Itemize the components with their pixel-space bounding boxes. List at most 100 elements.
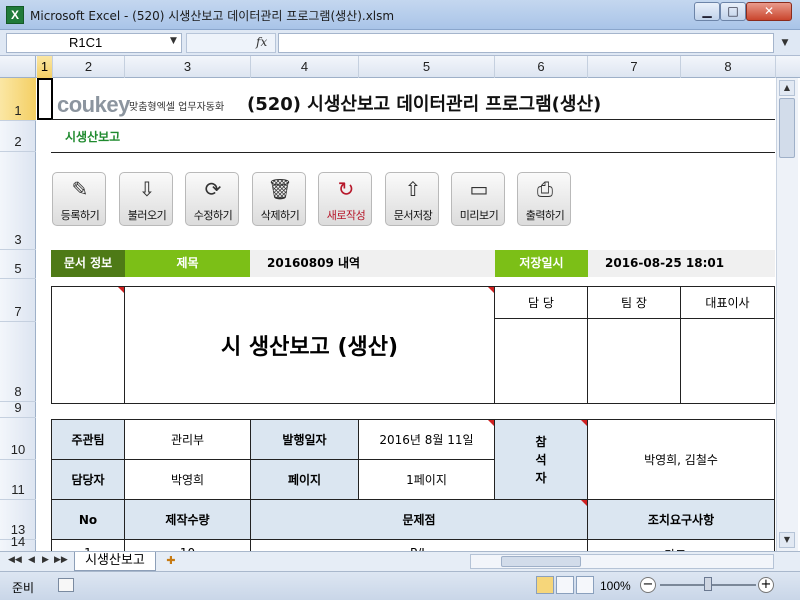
row-header[interactable]: 8 — [0, 322, 36, 402]
approval-sign-cell[interactable] — [587, 318, 681, 404]
load-button[interactable]: ⇩ 불러오기 — [119, 172, 173, 226]
status-bar: 준비 100% − + — [0, 571, 800, 600]
new-button[interactable]: ↻ 새로작성 — [318, 172, 372, 226]
formula-input[interactable] — [278, 33, 774, 53]
column-header[interactable]: 6 — [495, 56, 588, 78]
preview-button[interactable]: ▭ 미리보기 — [451, 172, 505, 226]
row-header[interactable]: 7 — [0, 279, 36, 322]
table-row[interactable]: 10 — [124, 539, 251, 551]
edit-button[interactable]: ⟳ 수정하기 — [185, 172, 239, 226]
expand-formula-bar-icon[interactable]: ▼ — [776, 33, 794, 53]
approval-sign-cell[interactable] — [494, 318, 588, 404]
report-heading-cell[interactable]: 시 생산보고 (생산) — [124, 286, 495, 404]
column-header[interactable]: 2 — [53, 56, 125, 78]
row-header[interactable]: 10 — [0, 418, 36, 460]
manager-label: 담당자 — [51, 459, 125, 500]
sheet-tab-bar: ◀◀ ◀ ▶ ▶▶ 시생산보고 ✚ — [0, 551, 800, 571]
chevron-down-icon[interactable]: ▼ — [170, 36, 177, 46]
zoom-out-icon[interactable]: − — [640, 577, 656, 593]
page-value[interactable]: 1페이지 — [358, 459, 495, 500]
approval-header: 대표이사 — [680, 286, 775, 319]
report-blank-cell[interactable] — [51, 286, 125, 404]
vertical-scrollbar[interactable]: ▲ ▼ — [776, 78, 798, 551]
column-header-no: No — [51, 499, 125, 540]
scroll-thumb[interactable] — [501, 556, 581, 567]
page-layout-view-icon[interactable] — [556, 576, 574, 594]
zoom-slider-thumb[interactable] — [704, 577, 712, 591]
close-button[interactable]: ✕ — [746, 2, 792, 21]
table-row[interactable]: 가드... — [587, 539, 775, 551]
section-title: 시생산보고 — [65, 130, 121, 144]
register-button[interactable]: ✎ 등록하기 — [52, 172, 106, 226]
printer-icon: ⎙ — [537, 177, 553, 201]
normal-view-icon[interactable] — [536, 576, 554, 594]
row-header[interactable]: 11 — [0, 460, 36, 500]
column-header-quantity: 제작수량 — [124, 499, 251, 540]
subject-value[interactable]: 20160809 내역 — [267, 250, 360, 277]
approval-sign-cell[interactable] — [680, 318, 775, 404]
row-header[interactable]: 5 — [0, 250, 36, 279]
title-bar: X Microsoft Excel - (520) 시생산보고 데이터관리 프로… — [0, 0, 800, 30]
button-label: 삭제하기 — [260, 209, 300, 222]
next-sheet-icon[interactable]: ▶ — [42, 555, 49, 565]
attendee-value[interactable]: 박영희, 김철수 — [587, 419, 775, 500]
first-sheet-icon[interactable]: ◀◀ — [8, 555, 22, 565]
approval-header: 담 당 — [494, 286, 588, 319]
worksheet-grid[interactable]: coukey 맞춤형엑셀 업무자동화 (520) 시생산보고 데이터관리 프로그… — [37, 78, 775, 551]
button-label: 수정하기 — [193, 209, 233, 222]
excel-app-icon[interactable]: X — [6, 6, 24, 24]
row-header[interactable]: 14 — [0, 534, 36, 551]
subject-label: 제목 — [125, 250, 250, 277]
column-header-action: 조치요구사항 — [587, 499, 775, 540]
sheet-tab[interactable]: 시생산보고 — [74, 552, 156, 571]
delete-button[interactable]: 🗑 삭제하기 — [252, 172, 306, 226]
scroll-down-icon[interactable]: ▼ — [779, 532, 795, 548]
prev-sheet-icon[interactable]: ◀ — [28, 555, 35, 565]
column-header[interactable]: 8 — [681, 56, 776, 78]
zoom-in-icon[interactable]: + — [758, 577, 774, 593]
macro-record-icon[interactable] — [58, 578, 74, 592]
horizontal-scrollbar[interactable] — [470, 554, 774, 569]
insert-function-icon[interactable]: fx — [256, 35, 267, 49]
divider — [51, 152, 775, 153]
name-box[interactable]: R1C1 — [6, 33, 182, 53]
row-header[interactable]: 1 — [0, 78, 36, 121]
column-header[interactable]: 5 — [359, 56, 495, 78]
table-row[interactable]: P/L — [250, 539, 588, 551]
manager-value[interactable]: 박영희 — [124, 459, 251, 500]
issue-date-label: 발행일자 — [250, 419, 359, 460]
row-header[interactable]: 9 — [0, 400, 36, 418]
zoom-level[interactable]: 100% — [600, 579, 631, 593]
column-header[interactable]: 4 — [251, 56, 359, 78]
scroll-thumb[interactable] — [779, 98, 795, 158]
save-document-button[interactable]: ⇧ 문서저장 — [385, 172, 439, 226]
reset-icon: ↻ — [337, 177, 355, 201]
button-label: 미리보기 — [459, 209, 499, 222]
row-header[interactable]: 2 — [0, 121, 36, 152]
active-cell[interactable] — [37, 78, 53, 120]
column-header[interactable]: 1 — [37, 56, 53, 78]
button-label: 불러오기 — [127, 209, 167, 222]
main-team-value[interactable]: 관리부 — [124, 419, 251, 460]
column-header-issue: 문제점 — [250, 499, 588, 540]
print-button[interactable]: ⎙ 출력하기 — [517, 172, 571, 226]
saved-at-value[interactable]: 2016-08-25 18:01 — [605, 250, 724, 277]
approval-header: 팀 장 — [587, 286, 681, 319]
maximize-button[interactable]: □ — [720, 2, 746, 21]
column-header[interactable]: 3 — [125, 56, 251, 78]
status-text: 준비 — [12, 581, 35, 595]
row-header[interactable]: 3 — [0, 152, 36, 250]
last-sheet-icon[interactable]: ▶▶ — [54, 555, 68, 565]
formula-bar: R1C1 ▼ fx ▼ — [0, 30, 800, 56]
column-header[interactable]: 7 — [588, 56, 681, 78]
insert-sheet-icon[interactable]: ✚ — [160, 554, 182, 570]
scroll-up-icon[interactable]: ▲ — [779, 80, 795, 96]
button-label: 새로작성 — [326, 209, 366, 222]
page-label: 페이지 — [250, 459, 359, 500]
download-icon: ⇩ — [138, 177, 156, 201]
select-all-corner[interactable] — [0, 56, 36, 78]
issue-date-value[interactable]: 2016년 8월 11일 — [358, 419, 495, 460]
table-row[interactable]: 1 — [51, 539, 125, 551]
page-break-view-icon[interactable] — [576, 576, 594, 594]
minimize-button[interactable]: ▁ — [694, 2, 720, 21]
